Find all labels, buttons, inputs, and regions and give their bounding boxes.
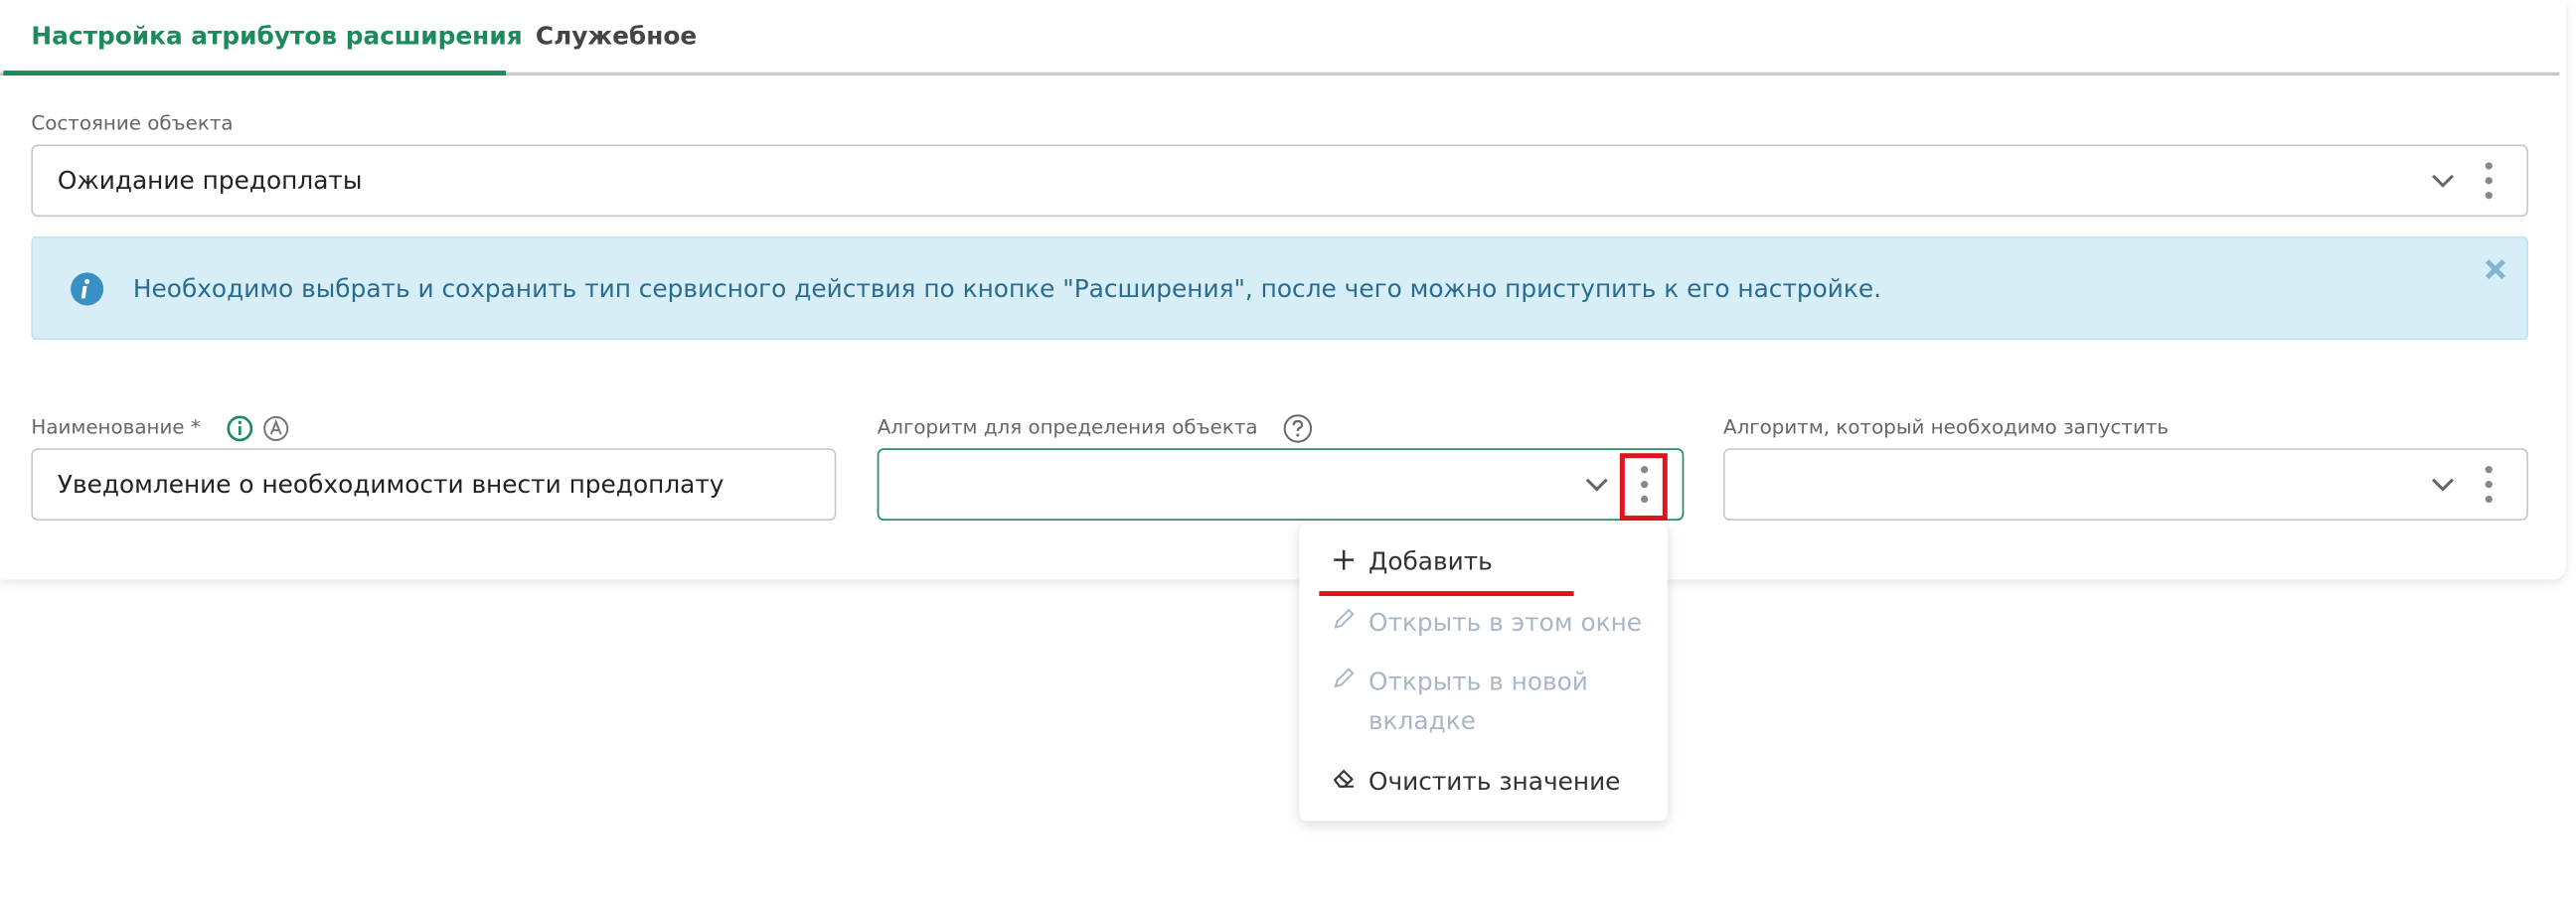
alert-message: Необходимо выбрать и сохранить тип серви… <box>132 274 1882 304</box>
help-icon[interactable] <box>1283 414 1313 444</box>
pencil-icon <box>1334 668 1355 688</box>
plus-icon <box>1334 549 1355 570</box>
pencil-icon <box>1334 608 1355 629</box>
tab-bar: Настройка атрибутов расширения Служебное <box>0 0 2560 76</box>
name-input[interactable]: Уведомление о необходимости внести предо… <box>31 448 837 522</box>
object-state-select[interactable]: Ожидание предоплаты <box>31 144 2528 218</box>
chevron-down-icon[interactable] <box>2428 470 2458 500</box>
object-state-label: Состояние объекта <box>31 111 234 135</box>
object-state-value: Ожидание предоплаты <box>57 165 363 196</box>
more-options-icon[interactable] <box>2481 159 2497 202</box>
close-icon[interactable] <box>2484 258 2506 281</box>
tab-extension-attributes[interactable]: Настройка атрибутов расширения <box>31 21 522 51</box>
auto-translate-icon[interactable] <box>262 415 289 441</box>
info-alert: Необходимо выбрать и сохранить тип серви… <box>31 236 2528 341</box>
info-icon <box>71 272 104 306</box>
chevron-down-icon[interactable] <box>2428 166 2458 196</box>
tab-service[interactable]: Служебное <box>536 21 697 51</box>
algo-run-label: Алгоритм, который необходимо запустить <box>1722 415 2170 439</box>
menu-item-label-line2: вкладке <box>1368 705 1476 736</box>
page-root: Настройка атрибутов расширения Служебное… <box>0 0 2576 900</box>
algo-object-select[interactable] <box>877 448 1685 522</box>
menu-item-label: Очистить значение <box>1368 766 1621 797</box>
menu-item-label-line1: Открыть в новой <box>1368 667 1588 696</box>
algo-object-label: Алгоритм для определения объекта <box>877 415 1258 439</box>
settings-card: Настройка атрибутов расширения Служебное… <box>0 0 2566 580</box>
highlight-box <box>1619 453 1668 522</box>
name-field-label: Наименование * <box>31 415 201 439</box>
active-tab-indicator <box>3 71 507 76</box>
algo-run-select[interactable] <box>1722 448 2528 522</box>
context-menu: Добавить Открыть в этом окне Открыть в н… <box>1299 524 1668 822</box>
more-options-icon[interactable] <box>2481 463 2497 506</box>
chevron-down-icon[interactable] <box>1582 470 1612 500</box>
menu-item-label: Открыть в этом окне <box>1368 607 1643 638</box>
name-input-value: Уведомление о необходимости внести предо… <box>57 469 724 500</box>
info-circle-icon[interactable] <box>227 415 253 442</box>
highlight-underline <box>1319 591 1574 597</box>
eraser-icon <box>1333 769 1355 788</box>
menu-item-label: Добавить <box>1368 546 1493 577</box>
